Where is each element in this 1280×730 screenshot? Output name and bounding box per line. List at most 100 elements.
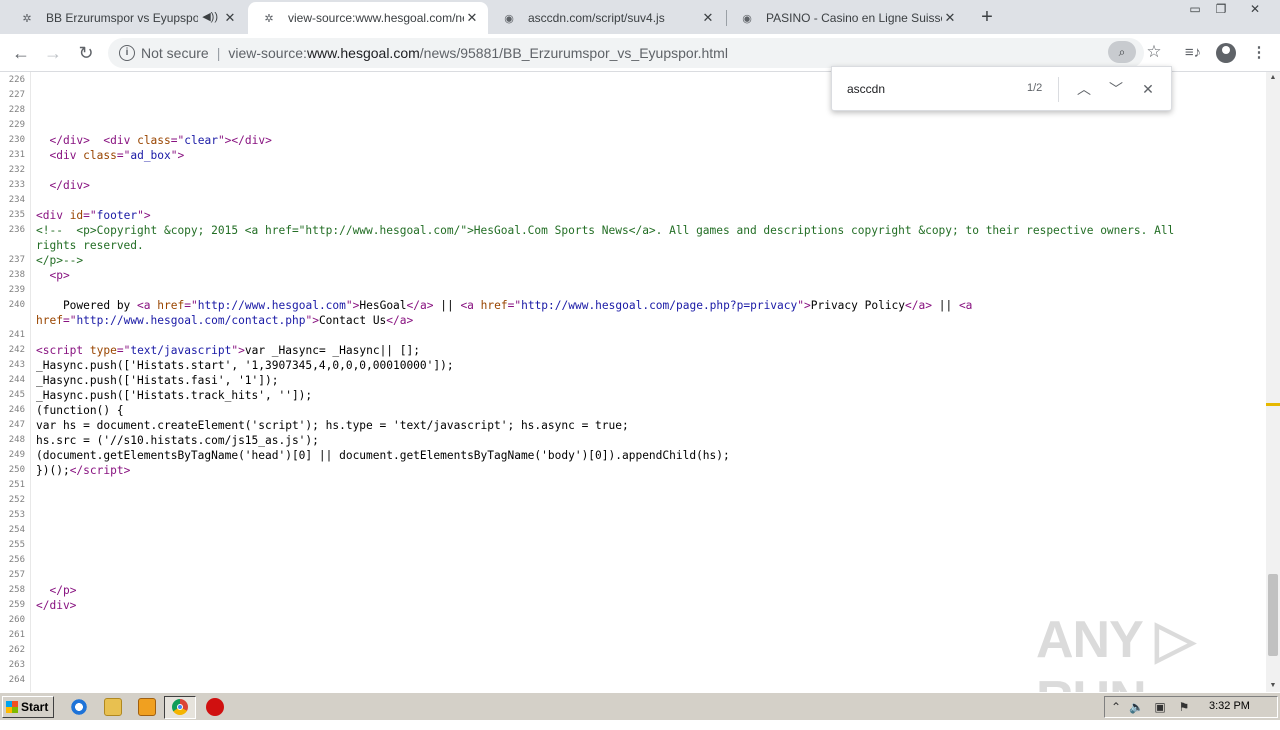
line-number: 232 bbox=[8, 165, 25, 175]
line-number: 245 bbox=[8, 390, 25, 400]
media-control-icon[interactable]: ≡♪ bbox=[1182, 42, 1204, 64]
chrome-icon-center bbox=[177, 704, 183, 710]
source-view: 226 227 228 229 230 </div> <div class="clear… bbox=[0, 72, 1266, 692]
line-code: href="http://www.hesgoal.com/contact.php… bbox=[36, 314, 414, 327]
line-number: 235 bbox=[8, 210, 25, 220]
line-number: 226 bbox=[8, 75, 25, 85]
source-line: 254 bbox=[0, 523, 1266, 538]
close-tab-icon[interactable]: ✕ bbox=[700, 10, 716, 26]
start-button[interactable]: Start bbox=[2, 696, 54, 718]
security-label: Not secure bbox=[141, 45, 209, 61]
volume-icon[interactable]: 🔈 bbox=[1129, 700, 1144, 714]
source-line: rights reserved. bbox=[0, 238, 1266, 253]
close-tab-icon[interactable]: ✕ bbox=[222, 10, 238, 26]
line-number: 234 bbox=[8, 195, 25, 205]
source-line: 244 _Hasync.push(['Histats.fasi', '1']); bbox=[0, 373, 1266, 388]
tab-title: PASINO - Casino en Ligne Suisse - Si bbox=[766, 11, 942, 25]
tab-title: BB Erzurumspor vs Eyupspor - H bbox=[46, 11, 198, 25]
find-divider bbox=[1058, 77, 1059, 102]
info-icon[interactable]: i bbox=[119, 45, 135, 61]
source-line: 229 bbox=[0, 118, 1266, 133]
vertical-scrollbar[interactable]: ▲ ▼ bbox=[1266, 72, 1280, 692]
window-close-button[interactable]: ✕ bbox=[1244, 0, 1266, 18]
line-number: 238 bbox=[8, 270, 25, 280]
line-number: 256 bbox=[8, 555, 25, 565]
tab-0[interactable]: ✲ BB Erzurumspor vs Eyupspor - H ◀︎)) ✕ bbox=[6, 2, 246, 34]
address-bar[interactable]: i Not secure | view-source: www.hesgoal.… bbox=[108, 38, 1144, 68]
stop-icon[interactable] bbox=[206, 698, 224, 716]
new-tab-button[interactable]: + bbox=[976, 6, 998, 28]
network-icon[interactable]: ▣ bbox=[1153, 700, 1167, 714]
loading-icon: ✲ bbox=[22, 12, 32, 25]
tab-1[interactable]: ✲ view-source:www.hesgoal.com/new ✕ bbox=[248, 2, 488, 34]
reload-button[interactable]: ↻ bbox=[73, 40, 99, 66]
profile-avatar[interactable] bbox=[1216, 43, 1236, 63]
find-close-icon[interactable]: ✕ bbox=[1138, 79, 1158, 99]
omnibox-divider: | bbox=[216, 45, 221, 61]
scroll-up-arrow-icon[interactable]: ▲ bbox=[1266, 72, 1280, 84]
audio-icon[interactable]: ◀︎)) bbox=[202, 10, 218, 23]
tab-title: asccdn.com/script/suv4.js bbox=[528, 11, 665, 25]
flag-icon[interactable]: ⚑ bbox=[1177, 700, 1191, 714]
media-player-icon[interactable] bbox=[138, 698, 156, 716]
line-number: 262 bbox=[8, 645, 25, 655]
find-input[interactable]: asccdn bbox=[847, 82, 885, 96]
tab-strip: ✲ BB Erzurumspor vs Eyupspor - H ◀︎)) ✕ … bbox=[0, 0, 1280, 34]
bookmark-star-icon[interactable]: ☆ bbox=[1144, 42, 1164, 62]
line-number: 237 bbox=[8, 255, 25, 265]
taskbar-clock: 3:32 PM bbox=[1209, 700, 1250, 712]
line-number: 239 bbox=[8, 285, 25, 295]
forward-button[interactable]: → bbox=[40, 40, 66, 66]
line-code: (function() { bbox=[36, 404, 124, 417]
source-line: 236 <!-- <p>Copyright &copy; 2015 <a href… bbox=[0, 223, 1266, 238]
tray-expand-icon[interactable]: ⌃ bbox=[1109, 700, 1123, 714]
source-line: 250})();</script> bbox=[0, 463, 1266, 478]
chrome-taskbar-button[interactable] bbox=[164, 696, 196, 719]
tab-2[interactable]: ◉ asccdn.com/script/suv4.js ✕ bbox=[488, 2, 724, 34]
restore-button[interactable]: ❐ bbox=[1210, 0, 1232, 18]
line-number: 252 bbox=[8, 495, 25, 505]
source-line: 251 bbox=[0, 478, 1266, 493]
line-number: 244 bbox=[8, 375, 25, 385]
globe-icon: ◉ bbox=[504, 12, 514, 25]
loading-icon: ✲ bbox=[264, 12, 274, 25]
line-code: Powered by <a href="http://www.hesgoal.c… bbox=[36, 299, 973, 312]
find-next-chevron-down-icon[interactable]: ﹀ bbox=[1106, 79, 1126, 99]
url-prefix: view-source: bbox=[228, 45, 307, 61]
source-line: 233 </div> bbox=[0, 178, 1266, 193]
close-tab-icon[interactable]: ✕ bbox=[464, 10, 480, 26]
line-code: </div> bbox=[49, 179, 90, 192]
line-number: 240 bbox=[8, 300, 25, 310]
line-number: 241 bbox=[8, 330, 25, 340]
internet-explorer-icon[interactable] bbox=[70, 698, 88, 716]
close-tab-icon[interactable]: ✕ bbox=[942, 10, 958, 26]
source-line: 246 (function() { bbox=[0, 403, 1266, 418]
source-line: 247 var hs = document.createElement('scri… bbox=[0, 418, 1266, 433]
back-button[interactable]: ← bbox=[8, 40, 34, 66]
line-code: rights reserved. bbox=[36, 239, 144, 252]
menu-kebab-icon[interactable]: ⋮ bbox=[1248, 42, 1270, 64]
source-line: 252 bbox=[0, 493, 1266, 508]
line-code: (document.getElementsByTagName('head')[0… bbox=[36, 449, 730, 462]
line-number: 249 bbox=[8, 450, 25, 460]
find-in-page-icon[interactable]: ⌕ bbox=[1108, 41, 1136, 63]
source-line: 245 _Hasync.push(['Histats.track_hits', '… bbox=[0, 388, 1266, 403]
source-line: 256 bbox=[0, 553, 1266, 568]
line-number: 236 bbox=[8, 225, 25, 235]
line-code: <div class="ad_box"> bbox=[49, 149, 185, 162]
line-code: </p>--> bbox=[36, 254, 84, 267]
source-line: 232 bbox=[0, 163, 1266, 178]
find-previous-chevron-up-icon[interactable]: ︿ bbox=[1074, 79, 1094, 99]
line-number: 231 bbox=[8, 150, 25, 160]
line-code: </div> bbox=[36, 599, 77, 612]
line-number: 250 bbox=[8, 465, 25, 475]
folder-icon[interactable] bbox=[104, 698, 122, 716]
minimize-button[interactable]: ▭ bbox=[1184, 0, 1206, 18]
tab-3[interactable]: ◉ PASINO - Casino en Ligne Suisse - Si ✕ bbox=[726, 2, 966, 34]
line-number: 264 bbox=[8, 675, 25, 685]
source-line: 240 Powered by <a href="http://www.hesgo… bbox=[0, 298, 1266, 313]
line-code: <!-- <p>Copyright &copy; 2015 <a href="h… bbox=[36, 224, 1175, 237]
line-number: 263 bbox=[8, 660, 25, 670]
line-code: hs.src = ('//s10.histats.com/js15_as.js'… bbox=[36, 434, 319, 447]
source-line: 249 (document.getElementsByTagName('head'… bbox=[0, 448, 1266, 463]
